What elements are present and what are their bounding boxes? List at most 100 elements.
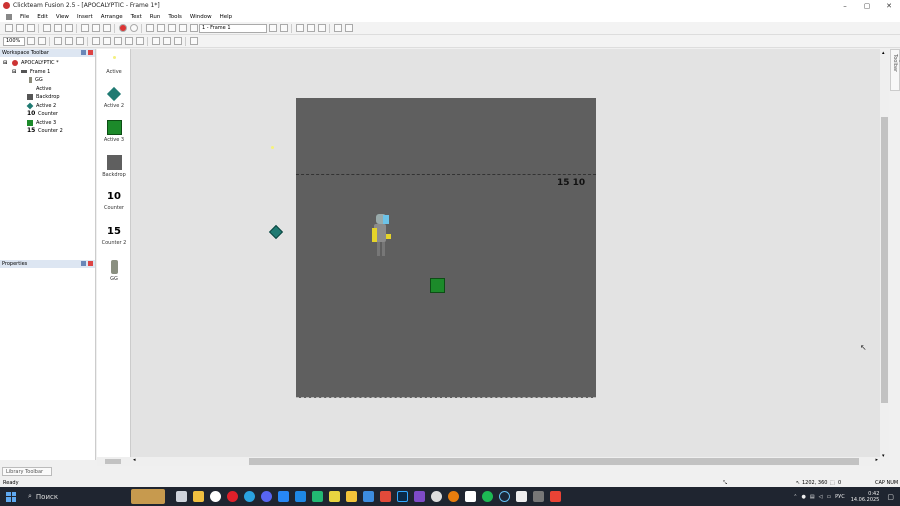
scroll-left-icon[interactable]: ◂ <box>133 457 136 463</box>
app-icon[interactable] <box>465 491 476 502</box>
app-icon[interactable] <box>516 491 527 502</box>
gg-player-sprite[interactable] <box>368 212 394 258</box>
italic-icon[interactable] <box>113 37 122 45</box>
photoshop-icon[interactable] <box>397 491 408 502</box>
shelf-item-active-2[interactable]: Active 2 <box>97 86 131 109</box>
grid-icon[interactable] <box>306 24 315 32</box>
tree-object[interactable]: Active 2 <box>3 102 95 111</box>
align-right-icon[interactable] <box>173 37 182 45</box>
tree-object[interactable]: Backdrop <box>3 93 95 102</box>
crop-icon[interactable] <box>189 37 198 45</box>
settings-icon[interactable] <box>344 24 353 32</box>
shelf-item-counter-2[interactable]: 15 Counter 2 <box>97 226 131 246</box>
window-icon[interactable] <box>75 37 84 45</box>
frame-editor-icon[interactable] <box>156 24 165 32</box>
close-icon[interactable] <box>88 50 93 55</box>
network-icon[interactable]: ▤ <box>810 494 815 500</box>
shelf-item-gg[interactable]: GG <box>97 260 131 282</box>
task-view-icon[interactable] <box>176 491 187 502</box>
tree-object[interactable]: Active 3 <box>3 119 95 128</box>
battery-icon[interactable]: ▭ <box>826 494 831 500</box>
layers-toolbar-tab[interactable]: Layers Toolbar <box>890 49 900 91</box>
fill-color-icon[interactable] <box>135 37 144 45</box>
zoom-icon[interactable] <box>26 37 35 45</box>
shelf-scrollbar[interactable] <box>97 457 131 466</box>
taskbar-search[interactable]: ⌕ Поиск <box>28 492 128 501</box>
counter-display[interactable]: 15 10 <box>557 178 585 188</box>
menu-text[interactable]: Text <box>127 14 146 20</box>
tree-frame[interactable]: ⊟ Frame 1 <box>3 68 95 77</box>
frame-canvas[interactable] <box>296 98 596 398</box>
menu-file[interactable]: File <box>16 14 33 20</box>
yandex-browser-icon[interactable] <box>227 491 238 502</box>
close-button[interactable]: ✕ <box>878 0 900 11</box>
app-icon[interactable] <box>312 491 323 502</box>
new-icon[interactable] <box>4 24 13 32</box>
close-icon[interactable] <box>88 261 93 266</box>
collapse-icon[interactable]: ⊟ <box>3 60 9 66</box>
align-center-icon[interactable] <box>162 37 171 45</box>
pin-icon[interactable] <box>81 261 86 266</box>
vertical-scrollbar[interactable]: ▴ ▾ <box>880 49 889 460</box>
scroll-down-icon[interactable]: ▾ <box>882 453 885 459</box>
layout-icon[interactable] <box>295 24 304 32</box>
grid-toggle-icon[interactable] <box>37 37 46 45</box>
window-icon[interactable] <box>53 37 62 45</box>
start-button-icon[interactable] <box>6 491 16 502</box>
scroll-up-icon[interactable]: ▴ <box>882 50 885 56</box>
active-3-object[interactable] <box>430 278 445 293</box>
collapse-icon[interactable]: ⊟ <box>12 69 18 75</box>
menu-window[interactable]: Window <box>186 14 216 20</box>
menu-view[interactable]: View <box>52 14 73 20</box>
gmail-icon[interactable] <box>550 491 561 502</box>
shelf-scroll-thumb[interactable] <box>105 459 121 464</box>
tree-object[interactable]: Active <box>3 85 95 94</box>
active-object[interactable] <box>271 146 274 149</box>
menu-help[interactable]: Help <box>216 14 237 20</box>
blender-icon[interactable] <box>448 491 459 502</box>
app-icon[interactable] <box>295 491 306 502</box>
prev-frame-icon[interactable] <box>268 24 277 32</box>
stop-icon[interactable] <box>333 24 342 32</box>
align-icon[interactable] <box>317 24 326 32</box>
document-icon[interactable] <box>6 13 12 20</box>
minimize-button[interactable]: – <box>834 0 856 11</box>
notifications-icon[interactable]: ▢ <box>887 493 894 501</box>
cut-icon[interactable] <box>42 24 51 32</box>
jump-icon[interactable] <box>189 24 198 32</box>
frame-select[interactable]: 1 - Frame 1 <box>199 23 267 33</box>
tree-object[interactable]: GG <box>3 76 95 85</box>
menu-run[interactable]: Run <box>146 14 165 20</box>
pin-icon[interactable] <box>81 50 86 55</box>
undo-icon[interactable] <box>80 24 89 32</box>
volume-icon[interactable]: ◁ <box>819 494 823 500</box>
tree-object[interactable]: 15 Counter 2 <box>3 127 95 136</box>
file-explorer-icon[interactable] <box>193 491 204 502</box>
telegram-icon[interactable] <box>244 491 255 502</box>
chevron-up-icon[interactable]: ⌃ <box>793 494 797 500</box>
copy-icon[interactable] <box>53 24 62 32</box>
menu-arrange[interactable]: Arrange <box>97 14 127 20</box>
microphone-icon[interactable]: ● <box>801 494 805 500</box>
shelf-item-backdrop[interactable]: Backdrop <box>97 155 131 178</box>
align-left-icon[interactable] <box>151 37 160 45</box>
storyboard-icon[interactable] <box>145 24 154 32</box>
tree-app[interactable]: ⊟ APOCALYPTIC * <box>3 59 95 68</box>
menu-edit[interactable]: Edit <box>33 14 52 20</box>
underline-icon[interactable] <box>124 37 133 45</box>
menu-insert[interactable]: Insert <box>73 14 97 20</box>
steam-icon[interactable] <box>499 491 510 502</box>
zoom-select[interactable]: 100% <box>3 36 25 46</box>
app-icon[interactable] <box>380 491 391 502</box>
clickteam-fusion-icon[interactable] <box>533 491 544 502</box>
open-icon[interactable] <box>15 24 24 32</box>
media-player-icon[interactable] <box>210 491 221 502</box>
horizontal-scroll-thumb[interactable] <box>249 458 859 465</box>
event-editor-icon[interactable] <box>167 24 176 32</box>
paste-icon[interactable] <box>64 24 73 32</box>
shelf-item-counter[interactable]: 10 Counter <box>97 191 131 211</box>
vk-icon[interactable] <box>278 491 289 502</box>
vertical-scroll-thumb[interactable] <box>881 117 888 403</box>
discord-icon[interactable] <box>261 491 272 502</box>
save-icon[interactable] <box>26 24 35 32</box>
